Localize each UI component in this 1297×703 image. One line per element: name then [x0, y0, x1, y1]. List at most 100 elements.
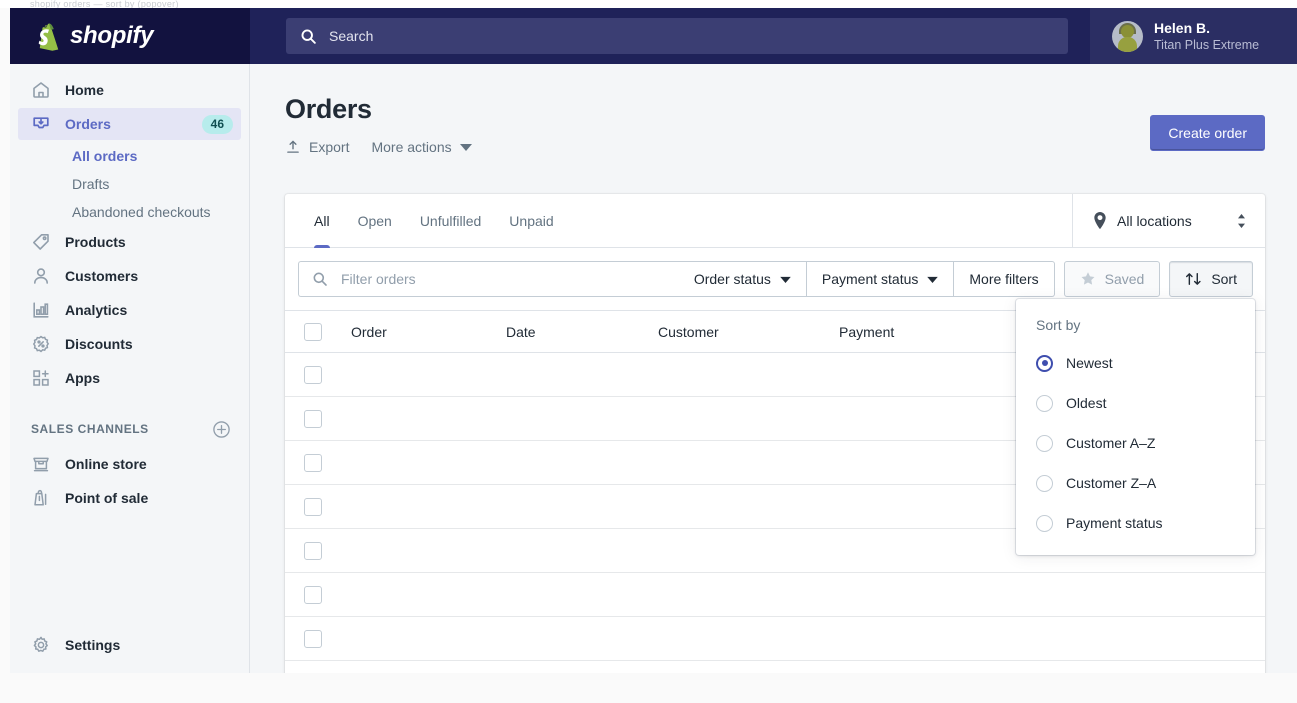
person-icon: [31, 266, 51, 286]
gear-icon: [31, 635, 51, 655]
sort-option-customer-za[interactable]: Customer Z–A: [1016, 463, 1255, 503]
subnav-label: All orders: [72, 148, 137, 164]
row-select-checkbox[interactable]: [304, 366, 322, 384]
payment-status-filter-button[interactable]: Payment status: [807, 261, 955, 297]
sort-option-oldest[interactable]: Oldest: [1016, 383, 1255, 423]
sidebar-item-discounts[interactable]: Discounts: [18, 328, 241, 360]
sidebar-item-customers[interactable]: Customers: [18, 260, 241, 292]
star-icon: [1080, 271, 1096, 287]
order-status-label: Order status: [694, 271, 771, 287]
user-menu[interactable]: Helen B. Titan Plus Extreme: [1090, 8, 1297, 64]
page-title: Orders: [285, 94, 1265, 125]
apps-grid-plus-icon: [31, 368, 51, 388]
plus-circle-icon[interactable]: [212, 420, 231, 439]
sidebar-item-label: Customers: [65, 268, 138, 284]
sidebar-item-products[interactable]: Products: [18, 226, 241, 258]
radio-icon[interactable]: [1036, 355, 1053, 372]
tab-label: Unpaid: [509, 213, 553, 229]
sidebar-item-abandoned-checkouts[interactable]: Abandoned checkouts: [18, 198, 241, 226]
store-name: Titan Plus Extreme: [1154, 37, 1259, 53]
more-actions-label: More actions: [371, 139, 451, 155]
chevron-down-icon: [460, 143, 472, 151]
chevron-down-icon: [780, 276, 791, 283]
more-actions-button[interactable]: More actions: [371, 139, 471, 155]
sales-channels-title: SALES CHANNELS: [31, 422, 149, 436]
sales-channels-header: SALES CHANNELS: [18, 416, 241, 442]
tab-unpaid[interactable]: Unpaid: [497, 194, 565, 248]
orders-count-badge: 46: [202, 115, 233, 134]
create-order-button[interactable]: Create order: [1150, 115, 1265, 151]
sidebar-item-label: Products: [65, 234, 126, 250]
row-select-checkbox[interactable]: [304, 630, 322, 648]
sidebar-item-label: Home: [65, 82, 104, 98]
row-select-checkbox[interactable]: [304, 498, 322, 516]
location-selector[interactable]: All locations: [1072, 194, 1265, 247]
table-row[interactable]: [285, 573, 1265, 617]
sort-option-label: Customer A–Z: [1066, 435, 1155, 451]
sidebar-item-label: Online store: [65, 456, 147, 472]
sort-option-payment-status[interactable]: Payment status: [1016, 503, 1255, 543]
sidebar-item-apps[interactable]: Apps: [18, 362, 241, 394]
location-pin-icon: [1093, 212, 1107, 229]
table-row[interactable]: [285, 617, 1265, 661]
radio-icon[interactable]: [1036, 515, 1053, 532]
row-select-checkbox[interactable]: [304, 410, 322, 428]
filter-orders-placeholder: Filter orders: [341, 271, 416, 287]
subnav-label: Drafts: [72, 176, 109, 192]
page-header: Orders Export More actions: [250, 64, 1297, 155]
home-icon: [31, 80, 51, 100]
sort-option-label: Oldest: [1066, 395, 1106, 411]
upload-icon: [285, 139, 301, 155]
sidebar-item-analytics[interactable]: Analytics: [18, 294, 241, 326]
more-filters-button[interactable]: More filters: [954, 261, 1054, 297]
sidebar-item-label: Orders: [65, 116, 111, 132]
sidebar-item-point-of-sale[interactable]: Point of sale: [18, 482, 241, 514]
top-bar: shopify Search Helen B. Titan Plus Extre…: [10, 8, 1297, 64]
sidebar-item-all-orders[interactable]: All orders: [18, 142, 241, 170]
sort-option-customer-az[interactable]: Customer A–Z: [1016, 423, 1255, 463]
order-status-filter-button[interactable]: Order status: [679, 261, 807, 297]
export-button[interactable]: Export: [285, 139, 349, 155]
column-header-date: Date: [506, 324, 658, 340]
radio-icon[interactable]: [1036, 435, 1053, 452]
shopify-logo[interactable]: shopify: [10, 8, 250, 64]
select-all-cell: [304, 323, 351, 341]
radio-icon[interactable]: [1036, 395, 1053, 412]
search-icon: [312, 271, 328, 287]
select-all-checkbox[interactable]: [304, 323, 322, 341]
shopify-bag-icon: [32, 21, 61, 52]
sort-option-newest[interactable]: Newest: [1016, 343, 1255, 383]
filter-orders-input[interactable]: Filter orders: [298, 261, 679, 297]
table-row[interactable]: [285, 661, 1265, 673]
sidebar-item-home[interactable]: Home: [18, 74, 241, 106]
tab-unfulfilled[interactable]: Unfulfilled: [408, 194, 493, 248]
sidebar-item-label: Point of sale: [65, 490, 148, 506]
sort-arrows-icon: [1185, 271, 1202, 287]
subnav-label: Abandoned checkouts: [72, 204, 211, 220]
sort-by-title: Sort by: [1016, 317, 1255, 343]
bar-chart-icon: [31, 300, 51, 320]
row-select-checkbox[interactable]: [304, 454, 322, 472]
browser-chrome-fragment: shopify orders — sort by (popover): [0, 0, 1297, 8]
shopify-admin-app: shopify Search Helen B. Titan Plus Extre…: [10, 8, 1297, 673]
tab-all[interactable]: All: [302, 194, 342, 248]
orders-subnav: All orders Drafts Abandoned checkouts: [18, 142, 241, 226]
tag-icon: [31, 232, 51, 252]
column-header-customer: Customer: [658, 324, 839, 340]
global-search-input[interactable]: Search: [286, 18, 1068, 54]
user-name: Helen B.: [1154, 20, 1259, 37]
sidebar-item-drafts[interactable]: Drafts: [18, 170, 241, 198]
payment-status-label: Payment status: [822, 271, 919, 287]
radio-icon[interactable]: [1036, 475, 1053, 492]
sort-button[interactable]: Sort: [1169, 261, 1253, 297]
tab-open[interactable]: Open: [346, 194, 404, 248]
row-select-checkbox[interactable]: [304, 586, 322, 604]
page-action-bar: Export More actions: [285, 139, 1265, 155]
sidebar-item-online-store[interactable]: Online store: [18, 448, 241, 480]
sidebar-item-settings[interactable]: Settings: [18, 629, 242, 661]
shopify-wordmark: shopify: [70, 22, 153, 50]
sidebar-item-orders[interactable]: Orders 46: [18, 108, 241, 140]
tab-label: Unfulfilled: [420, 213, 481, 229]
orders-inbox-icon: [31, 114, 51, 134]
row-select-checkbox[interactable]: [304, 542, 322, 560]
